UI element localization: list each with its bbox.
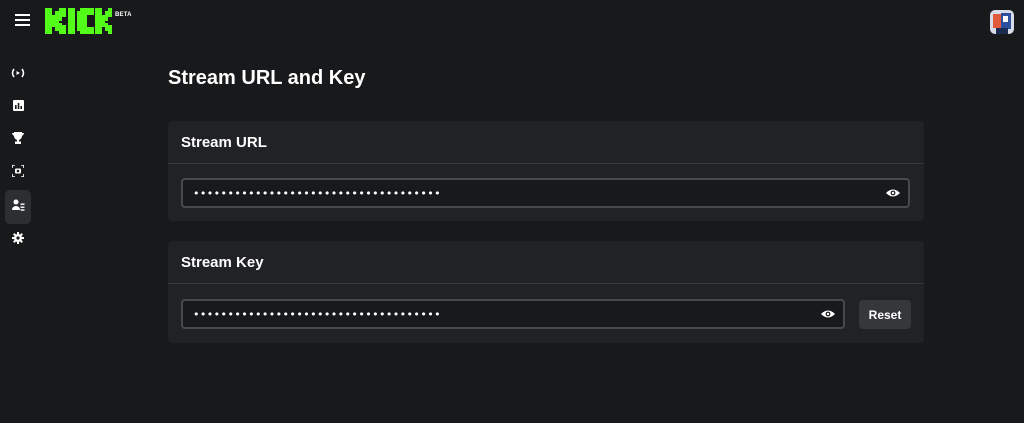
screen-capture-icon bbox=[11, 164, 25, 182]
eye-icon[interactable] bbox=[886, 187, 900, 199]
stream-key-heading: Stream Key bbox=[168, 241, 924, 284]
user-settings-icon bbox=[11, 198, 25, 216]
analytics-icon bbox=[12, 98, 24, 116]
stream-url-heading: Stream URL bbox=[168, 121, 924, 164]
kick-logo[interactable]: BETA bbox=[45, 8, 132, 34]
logo-wordmark bbox=[45, 8, 112, 34]
sidebar-item-account[interactable] bbox=[5, 190, 31, 224]
eye-icon[interactable] bbox=[821, 308, 835, 320]
stream-url-card: Stream URL bbox=[168, 121, 924, 221]
menu-button[interactable] bbox=[10, 10, 34, 34]
stream-url-input[interactable] bbox=[193, 180, 908, 206]
broadcast-icon bbox=[11, 65, 25, 83]
user-avatar[interactable] bbox=[990, 10, 1014, 34]
sidebar-item-settings[interactable] bbox=[5, 225, 31, 255]
hamburger-menu-icon bbox=[14, 13, 30, 31]
page-title: Stream URL and Key bbox=[168, 67, 366, 89]
sidebar-item-achievements[interactable] bbox=[5, 125, 31, 155]
gear-icon bbox=[12, 231, 24, 249]
stream-key-field bbox=[181, 299, 845, 329]
beta-badge: BETA bbox=[115, 12, 132, 18]
sidebar-item-analytics[interactable] bbox=[5, 92, 31, 122]
sidebar-item-stream[interactable] bbox=[5, 59, 31, 89]
reset-button[interactable]: Reset bbox=[859, 300, 911, 329]
stream-key-input[interactable] bbox=[193, 301, 843, 327]
sidebar-item-capture[interactable] bbox=[5, 158, 31, 188]
trophy-icon bbox=[12, 131, 24, 149]
top-bar: BETA bbox=[0, 0, 1024, 48]
stream-key-card: Stream Key Reset bbox=[168, 241, 924, 343]
stream-url-field bbox=[181, 178, 910, 208]
